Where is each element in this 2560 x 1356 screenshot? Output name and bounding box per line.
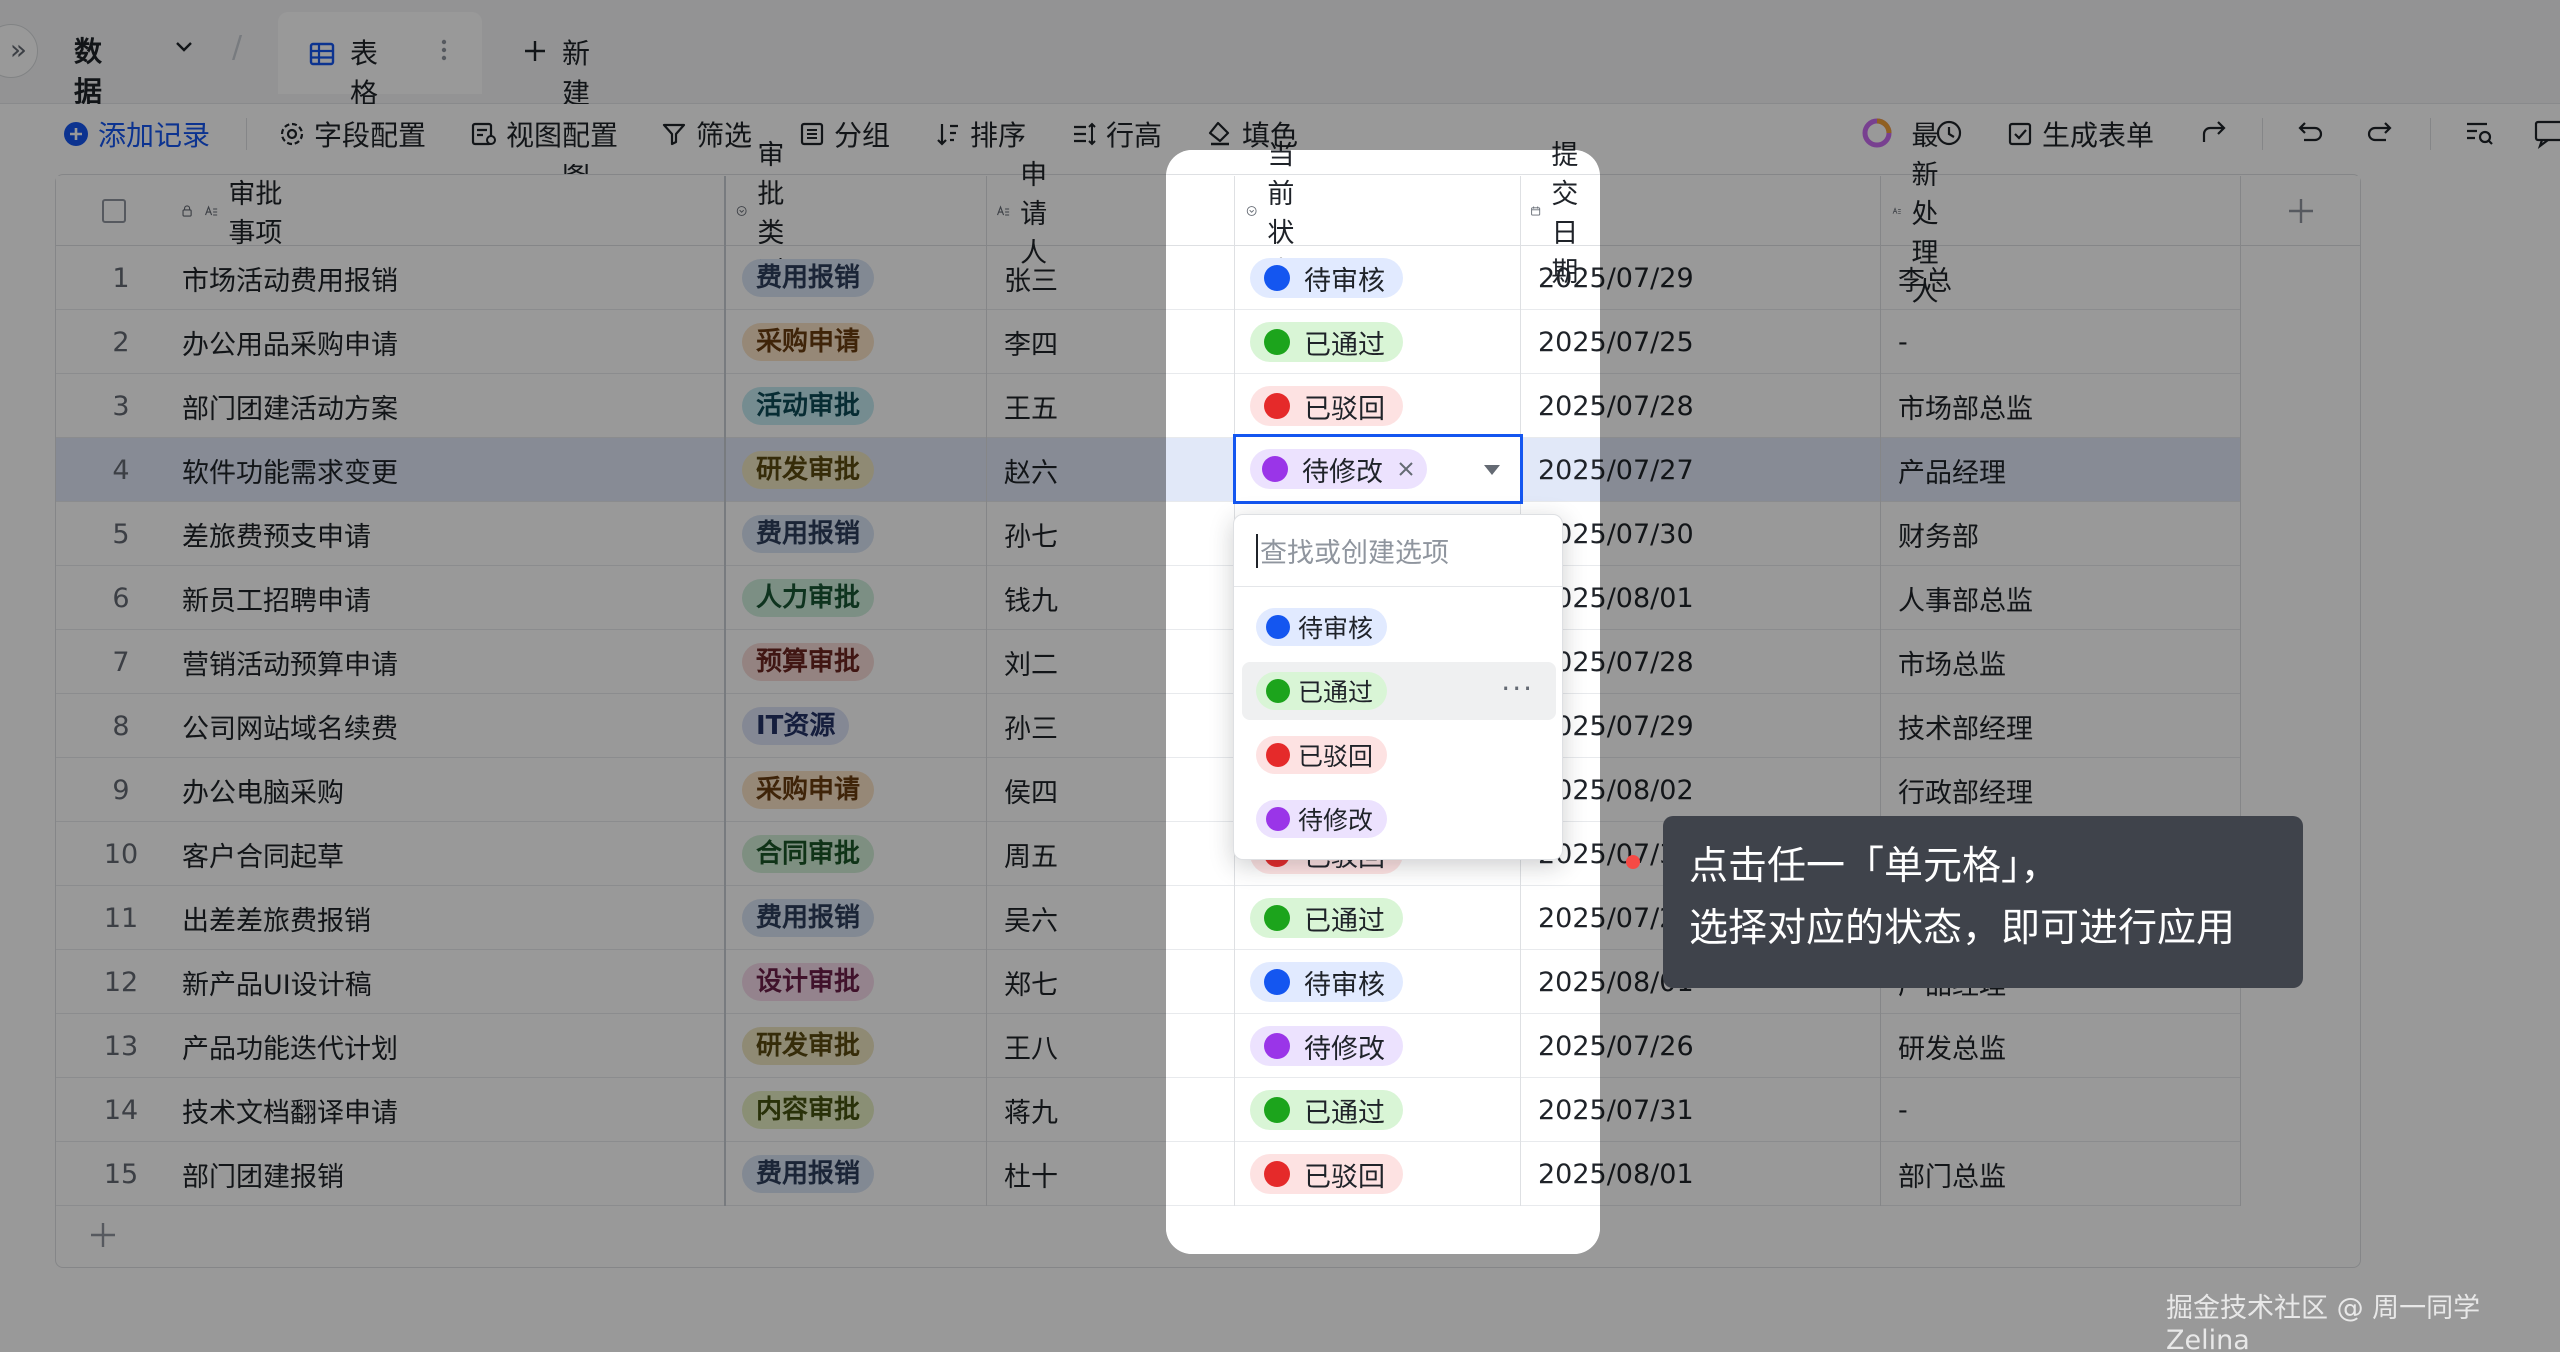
status-label: 已驳回 xyxy=(1304,393,1385,425)
single-select-icon xyxy=(1246,206,1257,216)
option-label: 已通过 xyxy=(1298,678,1374,707)
cell-applicant[interactable]: 孙三 xyxy=(1166,694,1204,758)
cell-status[interactable]: 待审核 xyxy=(1250,246,1510,310)
option-status-tag: 待修改 xyxy=(1256,800,1388,838)
selected-status-tag: 待修改 xyxy=(1250,449,1427,489)
status-dot xyxy=(1264,905,1290,931)
cell-applicant[interactable]: 侯四 xyxy=(1166,758,1204,822)
cell-status[interactable]: 已驳回 xyxy=(1250,1142,1510,1206)
status-tag: 待修改 xyxy=(1250,1026,1403,1066)
status-option[interactable]: 已驳回 xyxy=(1242,726,1556,784)
status-dot xyxy=(1264,1033,1290,1059)
cell-applicant[interactable]: 吴六 xyxy=(1166,886,1204,950)
cell-status[interactable]: 已通过 xyxy=(1250,310,1510,374)
watermark: 掘金技术社区 @ 周一同学Zelina xyxy=(2166,1293,2481,1356)
cell-date[interactable]: 2025/07/29 xyxy=(1538,886,1600,950)
cell-applicant[interactable]: 张三 xyxy=(1166,246,1204,310)
cell-date[interactable]: 2025/08/01 xyxy=(1538,950,1600,1014)
pointer-dot xyxy=(1626,855,1640,869)
status-dot xyxy=(1264,265,1290,291)
cell-status[interactable]: 已驳回 xyxy=(1250,374,1510,438)
status-tag: 已通过 xyxy=(1250,1090,1403,1130)
status-option[interactable]: 待修改 xyxy=(1242,790,1556,848)
cell-applicant[interactable]: 蒋九 xyxy=(1166,1078,1204,1142)
option-status-tag: 已通过 xyxy=(1256,672,1388,710)
dropdown-caret-icon[interactable] xyxy=(1482,463,1502,477)
status-dot xyxy=(1264,969,1290,995)
status-tag: 待审核 xyxy=(1250,258,1403,298)
status-dot xyxy=(1264,329,1290,355)
status-label: 已驳回 xyxy=(1304,1161,1385,1193)
column-header-status[interactable]: 当前状态 xyxy=(1246,150,1311,288)
option-label: 待修改 xyxy=(1298,806,1374,835)
status-dot xyxy=(1264,1097,1290,1123)
cell-date[interactable]: 2025/07/26 xyxy=(1538,1014,1600,1078)
cell-status[interactable]: 待修改 xyxy=(1250,1014,1510,1078)
cell-date[interactable]: 2025/07/25 xyxy=(1538,310,1600,374)
text-cursor xyxy=(1256,533,1258,568)
option-label: 已驳回 xyxy=(1298,742,1374,771)
status-label: 已通过 xyxy=(1304,1097,1385,1129)
option-status-tag: 待审核 xyxy=(1256,608,1388,646)
cell-date[interactable]: 2025/07/27 xyxy=(1538,438,1600,502)
status-option[interactable]: 待审核 xyxy=(1242,598,1556,656)
cell-applicant[interactable]: 王五 xyxy=(1166,374,1204,438)
option-status-tag: 已驳回 xyxy=(1256,736,1388,774)
option-search-placeholder: 查找或创建选项 xyxy=(1260,538,1449,569)
cell-date[interactable]: 2025/08/01 xyxy=(1538,1142,1600,1206)
status-dot xyxy=(1266,679,1290,703)
status-tag: 已驳回 xyxy=(1250,386,1403,426)
guide-tooltip: 点击任一「单元格」， 选择对应的状态，即可进行应用 xyxy=(1663,816,2303,988)
cell-date[interactable]: 2025/07/31 xyxy=(1538,1078,1600,1142)
status-label: 待修改 xyxy=(1304,1033,1385,1065)
status-label: 已通过 xyxy=(1304,905,1385,937)
status-cell-editor[interactable]: 待修改 xyxy=(1233,434,1523,504)
status-label: 已通过 xyxy=(1304,329,1385,361)
cell-status[interactable]: 待审核 xyxy=(1250,950,1510,1014)
cell-applicant[interactable]: 刘二 xyxy=(1166,630,1204,694)
selected-status-label: 待修改 xyxy=(1302,456,1383,488)
status-dot xyxy=(1266,743,1290,767)
cell-applicant[interactable]: 周五 xyxy=(1166,822,1204,886)
status-tag: 已通过 xyxy=(1250,898,1403,938)
option-label: 待审核 xyxy=(1298,614,1374,643)
cell-status[interactable]: 已通过 xyxy=(1250,886,1510,950)
status-label: 待审核 xyxy=(1304,265,1385,297)
status-label: 待审核 xyxy=(1304,969,1385,1001)
status-option[interactable]: 已通过 ··· xyxy=(1242,662,1556,720)
remove-tag-icon[interactable] xyxy=(1397,460,1415,478)
cell-status[interactable]: 已通过 xyxy=(1250,1078,1510,1142)
tooltip-line-2: 选择对应的状态，即可进行应用 xyxy=(1689,906,2236,951)
cell-date[interactable]: 2025/07/28 xyxy=(1538,374,1600,438)
status-dot xyxy=(1264,1161,1290,1187)
cell-applicant[interactable]: 王八 xyxy=(1166,1014,1204,1078)
status-dot xyxy=(1266,615,1290,639)
status-tag: 已驳回 xyxy=(1250,1154,1403,1194)
column-header-date[interactable]: 提交日期 xyxy=(1530,150,1595,288)
option-more-icon[interactable]: ··· xyxy=(1501,672,1534,705)
status-dot xyxy=(1264,393,1290,419)
status-dot xyxy=(1266,807,1290,831)
option-search-input[interactable]: 查找或创建选项 xyxy=(1234,515,1562,587)
cell-applicant[interactable]: 郑七 xyxy=(1166,950,1204,1014)
cell-applicant[interactable]: 李四 xyxy=(1166,310,1204,374)
cell-applicant[interactable]: 钱九 xyxy=(1166,566,1204,630)
cell-applicant[interactable]: 杜十 xyxy=(1166,1142,1204,1206)
status-dot xyxy=(1262,456,1288,482)
status-tag: 已通过 xyxy=(1250,322,1403,362)
cell-date[interactable]: 2025/07/29 xyxy=(1538,246,1600,310)
calendar-icon xyxy=(1531,206,1541,216)
cell-applicant[interactable]: 孙七 xyxy=(1166,502,1204,566)
cell-applicant[interactable]: 赵六 xyxy=(1166,438,1204,502)
tooltip-line-1: 点击任一「单元格」， xyxy=(1689,844,2060,889)
status-tag: 待审核 xyxy=(1250,962,1403,1002)
toolbar xyxy=(1166,150,1600,164)
